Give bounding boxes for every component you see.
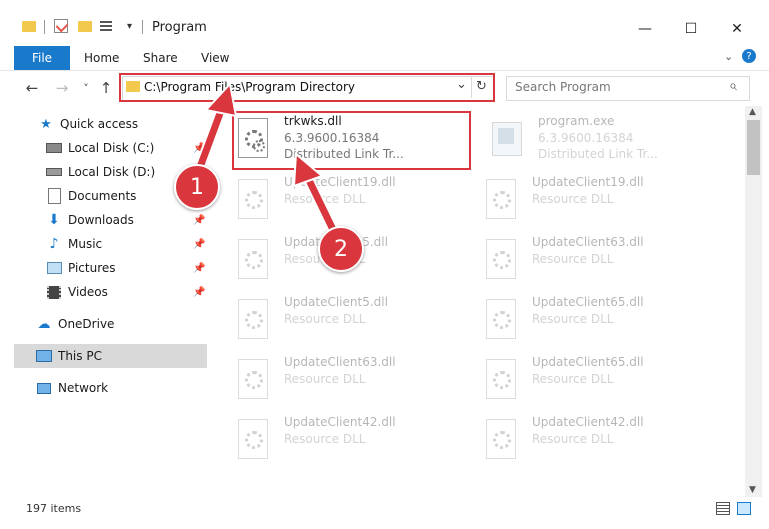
annotation-arrows: [190, 81, 344, 246]
step-1-badge: 1: [174, 164, 220, 210]
step-2-badge: 2: [318, 226, 364, 272]
